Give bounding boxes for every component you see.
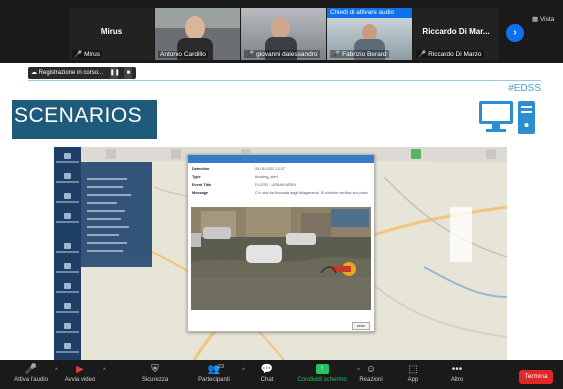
participant-video-face	[271, 17, 290, 39]
popup-value: FLOOD - URBAN AREA	[255, 183, 296, 187]
sidebar-item[interactable]	[54, 301, 81, 319]
sidebar-item[interactable]	[54, 171, 81, 189]
sidebar-item[interactable]	[54, 151, 81, 169]
participant-display-name: Mirus	[100, 27, 123, 36]
next-participants-button[interactable]: ›	[506, 24, 524, 42]
stop-recording-button[interactable]: ■	[124, 67, 133, 79]
slide-divider	[28, 80, 541, 81]
flood-photo	[191, 207, 371, 310]
popup-value: C'è una via bloccata dagli allagamenti. …	[255, 191, 368, 195]
zoom-meeting-window: Mirus 🎤 Mirus Antonio Cardillo 🎤 giovanni …	[0, 0, 563, 389]
participant-tile-fabrizio[interactable]: Chiedi di attivare audio 🎤 Fabrizio Berar…	[327, 8, 412, 60]
computer-icon	[479, 101, 535, 134]
mic-muted-icon: 🎤	[246, 51, 255, 58]
grid-icon: ▦	[532, 16, 539, 23]
settings-tool-icon[interactable]	[486, 149, 496, 159]
chat-icon: 💬	[260, 364, 274, 375]
recording-label: Registrazione in corso...	[38, 70, 104, 76]
popup-value: flooding_alert	[255, 175, 278, 179]
map-legend-panel	[450, 207, 472, 262]
end-meeting-button[interactable]: Termina	[519, 370, 553, 384]
add-icon[interactable]	[411, 149, 421, 159]
popup-row-type: Type	[192, 175, 201, 179]
participant-label: 🎤 Riccardo Di Marzo	[416, 50, 484, 58]
apps-button[interactable]: ⬚ App	[388, 362, 438, 388]
popup-value: 25-05-2022 13:37	[255, 167, 285, 171]
chat-button[interactable]: 💬 Chat	[242, 362, 292, 388]
view-button[interactable]: ▦ Vista	[532, 15, 554, 23]
sidebar-item[interactable]	[54, 211, 81, 229]
participant-label: 🎤 Fabrizio Berard	[330, 50, 389, 58]
recording-indicator: ☁ Registrazione in corso... ❚❚ ■	[28, 67, 137, 79]
sidebar-item[interactable]	[54, 261, 81, 279]
participant-strip: Mirus 🎤 Mirus Antonio Cardillo 🎤 giovanni …	[0, 0, 563, 62]
sidebar-item[interactable]	[54, 281, 81, 299]
security-button[interactable]: ⛨ Sicurezza	[130, 362, 180, 388]
participant-video-face	[185, 16, 205, 40]
mic-muted-icon: 🎤	[24, 364, 38, 375]
sidebar-item[interactable]	[54, 191, 81, 209]
participants-count: 23	[218, 364, 225, 370]
participant-display-name: Riccardo Di Mar...	[422, 27, 490, 36]
video-off-icon: ▶	[76, 364, 84, 375]
share-screen-button[interactable]: ↑ Condividi schermo ^	[290, 362, 360, 388]
sidebar-item[interactable]	[54, 241, 81, 259]
more-icon: •••	[451, 364, 463, 375]
cloud-record-icon: ☁	[31, 70, 37, 76]
event-detail-popup: Detection 25-05-2022 13:37 Type flooding…	[187, 154, 375, 332]
slide-hashtag: #EDSS	[508, 83, 541, 94]
participant-label: 🎤 giovanni dalessandro	[244, 50, 320, 58]
popup-row-message: Message	[192, 191, 209, 195]
sidebar-item[interactable]	[54, 341, 81, 359]
popup-header	[188, 155, 374, 163]
pause-recording-button[interactable]: ❚❚	[109, 67, 120, 79]
popup-row-detection: Detection	[192, 167, 210, 171]
shield-icon: ⛨	[151, 364, 159, 375]
meeting-toolbar: 🎤 Attiva l'audio ^ ▶ Avvia video ^ ⛨ Sic…	[0, 360, 563, 389]
participant-tile-mirus[interactable]: Mirus 🎤 Mirus	[69, 8, 154, 60]
start-video-button[interactable]: ▶ Avvia video ^	[58, 362, 106, 388]
more-button[interactable]: ••• Altro	[432, 362, 482, 388]
apps-icon: ⬚	[408, 364, 418, 375]
mic-muted-icon: 🎤	[418, 51, 427, 58]
popup-row-title: Event Title	[192, 183, 212, 187]
participant-tile-antonio[interactable]: Antonio Cardillo	[155, 8, 240, 60]
mic-muted-icon: 🎤	[74, 51, 83, 58]
participants-button[interactable]: 👥 23 Partecipanti ^	[185, 362, 245, 388]
ask-unmute-banner[interactable]: Chiedi di attivare audio	[327, 8, 412, 18]
slide-title-bar: SCENARIOS	[12, 100, 157, 139]
close-popup-button[interactable]: close	[352, 322, 370, 330]
mic-muted-icon: 🎤	[332, 51, 341, 58]
unmute-button[interactable]: 🎤 Attiva l'audio ^	[12, 362, 58, 388]
chevron-up-icon[interactable]: ^	[103, 368, 106, 374]
measure-tool-icon[interactable]	[171, 149, 181, 159]
participant-label: Antonio Cardillo	[158, 51, 208, 58]
map-sidebar	[54, 147, 81, 360]
participant-tile-giovanni[interactable]: 🎤 giovanni dalessandro	[241, 8, 326, 60]
layer-tree-panel	[81, 162, 152, 267]
participants-icon: 👥	[207, 364, 221, 375]
layer-tool-icon[interactable]	[106, 149, 116, 159]
share-screen-icon: ↑	[315, 364, 329, 375]
participant-tile-riccardo[interactable]: Riccardo Di Mar... 🎤 Riccardo Di Marzo	[413, 8, 499, 60]
sidebar-item[interactable]	[54, 321, 81, 339]
participant-label: 🎤 Mirus	[72, 50, 102, 58]
slide-title: SCENARIOS	[14, 104, 143, 127]
